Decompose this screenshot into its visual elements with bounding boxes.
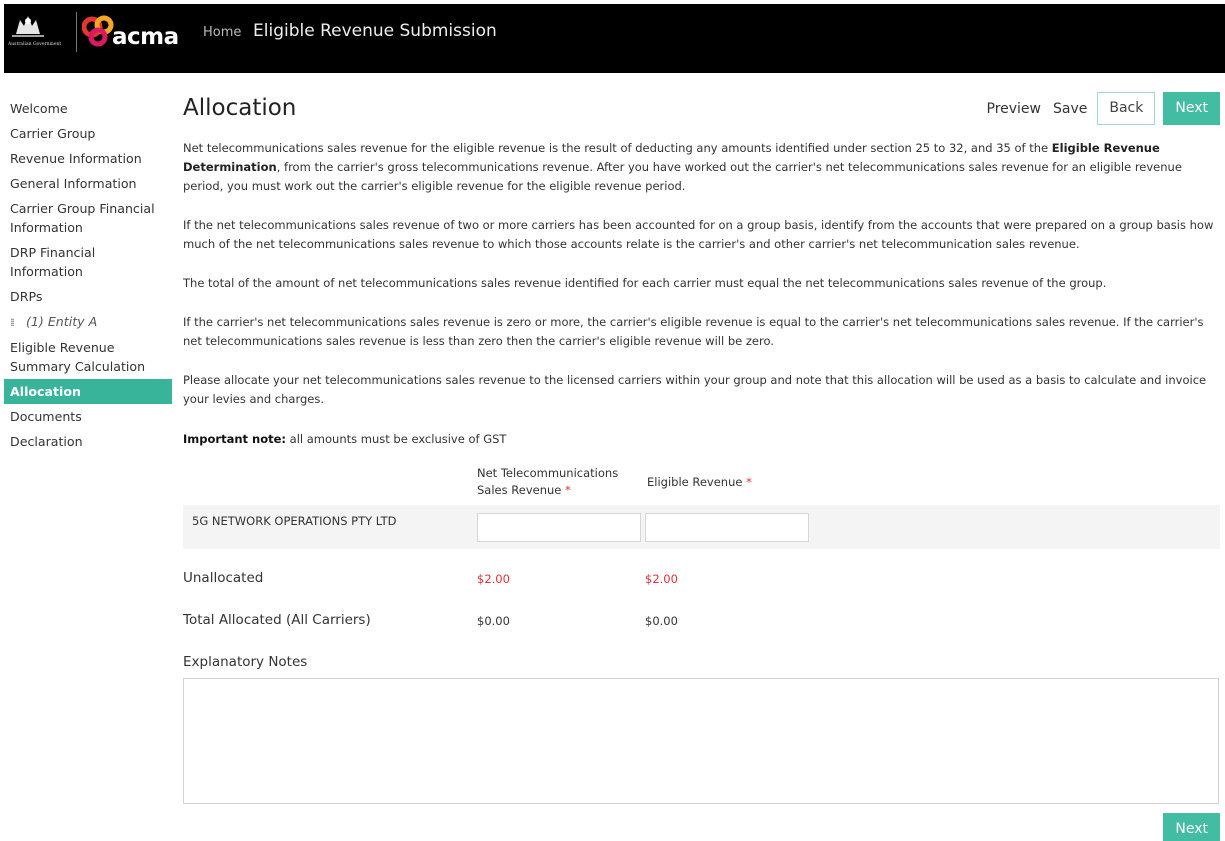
drag-handle-icon[interactable]: ⁞⁞ — [10, 313, 20, 332]
explanatory-notes-textarea[interactable] — [183, 678, 1219, 804]
unallocated-label: Unallocated — [183, 570, 264, 586]
sidebar-item-general-information[interactable]: General Information — [4, 171, 172, 196]
important-note: Important note: all amounts must be excl… — [183, 432, 506, 446]
nav-home-link[interactable]: Home — [203, 25, 241, 40]
carrier-row: 5G NETWORK OPERATIONS PTY LTD — [183, 505, 1220, 549]
acma-logo[interactable]: acma — [82, 15, 182, 51]
sidebar-item-carrier-group[interactable]: Carrier Group — [4, 121, 172, 146]
unallocated-net-value: $2.00 — [477, 572, 510, 586]
column-net-revenue-label: Net Telecommunications Sales Revenue — [477, 466, 619, 497]
total-allocated-eligible-value: $0.00 — [645, 614, 678, 628]
intro-text-b: , from the carrier's gross telecommunica… — [183, 160, 1182, 193]
logo-divider — [76, 12, 77, 52]
main-content: Allocation Preview Save Back Next Net te… — [183, 92, 1220, 841]
sidebar-item-allocation[interactable]: Allocation — [4, 379, 172, 404]
bottom-next-button[interactable]: Next — [1163, 813, 1220, 841]
group-basis-paragraph: If the net telecommunications sales reve… — [183, 218, 1214, 251]
column-header-net-revenue: Net Telecommunications Sales Revenue * — [477, 465, 637, 499]
app-title: Eligible Revenue Submission — [253, 21, 497, 41]
unallocated-eligible-value: $2.00 — [645, 572, 678, 586]
save-link[interactable]: Save — [1051, 101, 1089, 117]
sidebar-item-carrier-group-financial-information[interactable]: Carrier Group Financial Information — [4, 196, 172, 240]
sidebar-item-entity-a[interactable]: ⁞⁞ (1) Entity A — [4, 309, 172, 335]
column-header-eligible-revenue: Eligible Revenue * — [647, 474, 752, 491]
preview-link[interactable]: Preview — [985, 101, 1044, 117]
eligible-revenue-input[interactable] — [645, 513, 809, 542]
next-button[interactable]: Next — [1163, 92, 1220, 125]
explanatory-notes-label: Explanatory Notes — [183, 654, 308, 670]
column-eligible-revenue-label: Eligible Revenue — [647, 475, 743, 489]
required-marker: * — [565, 483, 571, 497]
sidebar-item-entity-label: (1) Entity A — [26, 314, 98, 329]
sidebar-item-drp-financial-information[interactable]: DRP Financial Information — [4, 240, 172, 284]
total-allocated-label: Total Allocated (All Carriers) — [183, 612, 371, 628]
total-paragraph: The total of the amount of net telecommu… — [183, 276, 1107, 290]
important-note-text: all amounts must be exclusive of GST — [286, 432, 507, 446]
page-toolbar: Preview Save Back Next — [985, 92, 1220, 125]
sidebar-item-revenue-information[interactable]: Revenue Information — [4, 146, 172, 171]
sidebar-item-documents[interactable]: Documents — [4, 404, 172, 429]
carrier-name: 5G NETWORK OPERATIONS PTY LTD — [192, 514, 397, 528]
sidebar-item-welcome[interactable]: Welcome — [4, 96, 172, 121]
total-allocated-net-value: $0.00 — [477, 614, 510, 628]
sidebar-item-eligible-revenue-summary[interactable]: Eligible Revenue Summary Calculation — [4, 335, 172, 379]
sidebar-item-drps[interactable]: DRPs — [4, 284, 172, 309]
zero-paragraph: If the carrier's net telecommunications … — [183, 315, 1204, 348]
intro-text-a: Net telecommunications sales revenue for… — [183, 141, 1052, 155]
intro-paragraph: Net telecommunications sales revenue for… — [183, 139, 1220, 196]
australian-government-crest-icon: Australian Government — [8, 12, 66, 52]
gov-text: Australian Government — [8, 42, 62, 47]
top-banner: Australian Government acma Home Eligible… — [4, 4, 1225, 73]
sidebar-item-declaration[interactable]: Declaration — [4, 429, 172, 454]
required-marker: * — [746, 475, 752, 489]
important-note-label: Important note: — [183, 432, 286, 446]
acma-logo-text: acma — [112, 24, 179, 50]
back-button[interactable]: Back — [1097, 92, 1156, 125]
net-revenue-input[interactable] — [477, 513, 641, 542]
sidebar-nav: Welcome Carrier Group Revenue Informatio… — [4, 96, 172, 454]
allocate-paragraph: Please allocate your net telecommunicati… — [183, 373, 1207, 406]
